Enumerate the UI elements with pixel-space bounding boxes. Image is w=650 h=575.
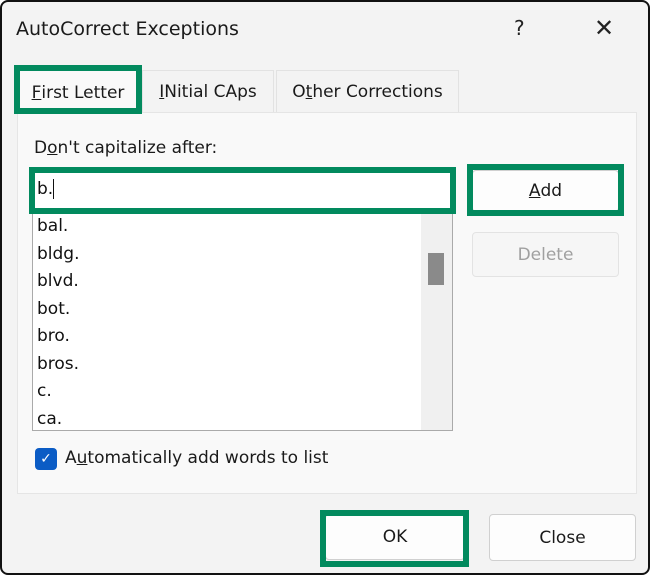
auto-add-label[interactable]: Automatically add words to list — [65, 448, 328, 468]
dont-capitalize-label: Don't capitalize after: — [34, 138, 218, 158]
list-item[interactable]: bro. — [33, 323, 420, 351]
tab-label: irst Letter — [41, 82, 125, 103]
close-button[interactable]: Close — [489, 514, 636, 561]
list-item[interactable]: ca. — [33, 406, 420, 431]
close-icon[interactable]: ✕ — [594, 14, 614, 42]
list-item[interactable]: bal. — [33, 213, 420, 241]
dialog-title: AutoCorrect Exceptions — [16, 18, 239, 40]
delete-button[interactable]: Delete — [472, 232, 619, 277]
scrollbar-thumb[interactable] — [428, 253, 444, 285]
tab-label: her Corrections — [312, 82, 443, 102]
tab-accel: F — [31, 82, 42, 103]
tab-other-corrections[interactable]: Ot her Corrections — [276, 70, 459, 113]
input-value: b. — [37, 179, 54, 199]
help-button[interactable]: ? — [514, 16, 525, 40]
list-item[interactable]: bros. — [33, 351, 420, 379]
exceptions-list[interactable]: bal. bldg. blvd. bot. bro. bros. c. ca. — [32, 212, 453, 431]
tab-label: Nitial CAps — [164, 82, 257, 102]
text-caret — [53, 179, 55, 199]
add-button[interactable]: Add — [472, 170, 619, 212]
checkmark-icon: ✓ — [40, 451, 52, 467]
list-item[interactable]: bot. — [33, 296, 420, 324]
list-item[interactable]: bldg. — [33, 241, 420, 269]
list-item[interactable]: c. — [33, 378, 420, 406]
autocorrect-exceptions-dialog: AutoCorrect Exceptions ? ✕ First Letter … — [0, 0, 650, 575]
ok-button[interactable]: OK — [325, 514, 465, 560]
exception-input[interactable]: b. — [32, 172, 452, 210]
tab-initial-caps[interactable]: I Nitial CAps — [142, 70, 274, 113]
tab-accel: t — [305, 82, 313, 102]
auto-add-checkbox[interactable]: ✓ — [35, 448, 57, 470]
tab-label: O — [292, 82, 306, 102]
list-item[interactable]: blvd. — [33, 268, 420, 296]
tab-first-letter[interactable]: First Letter — [19, 70, 137, 114]
scrollbar[interactable] — [421, 213, 452, 430]
